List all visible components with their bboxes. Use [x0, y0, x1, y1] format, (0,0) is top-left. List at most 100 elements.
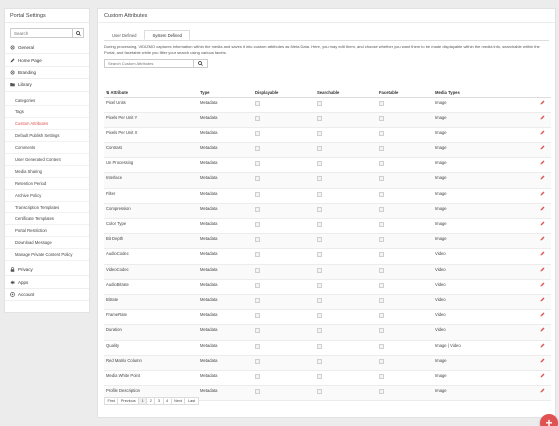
searchable-checkbox[interactable]	[317, 146, 322, 152]
displayable-checkbox[interactable]	[255, 252, 260, 258]
page-button-last[interactable]: Last	[184, 397, 199, 405]
searchable-checkbox[interactable]	[317, 100, 322, 106]
searchable-checkbox[interactable]	[317, 237, 322, 243]
displayable-checkbox[interactable]	[255, 206, 260, 212]
sidebar-search-button[interactable]	[72, 29, 83, 37]
sidebar-item-library[interactable]: Library	[5, 79, 89, 92]
displayable-checkbox[interactable]	[255, 358, 260, 364]
facetable-checkbox[interactable]	[379, 343, 384, 349]
edit-pencil-icon[interactable]	[540, 191, 545, 196]
searchable-checkbox[interactable]	[317, 176, 322, 182]
sidebar-item-apps[interactable]: Apps	[5, 276, 89, 289]
searchable-checkbox[interactable]	[317, 328, 322, 334]
sidebar-search-input[interactable]	[11, 29, 77, 37]
facetable-checkbox[interactable]	[379, 282, 384, 288]
edit-pencil-icon[interactable]	[540, 388, 545, 393]
sidebar-item-branding[interactable]: Branding	[5, 67, 89, 80]
edit-pencil-icon[interactable]	[540, 160, 545, 165]
edit-pencil-icon[interactable]	[540, 236, 545, 241]
edit-pencil-icon[interactable]	[540, 206, 545, 211]
sidebar-subitem-custom-attributes[interactable]: Custom Attributes	[5, 118, 89, 131]
displayable-checkbox[interactable]	[255, 343, 260, 349]
facetable-checkbox[interactable]	[379, 176, 384, 182]
facetable-checkbox[interactable]	[379, 389, 384, 395]
facetable-checkbox[interactable]	[379, 130, 384, 136]
page-button-previous[interactable]: Previous	[117, 397, 140, 405]
edit-pencil-icon[interactable]	[540, 221, 545, 226]
searchable-checkbox[interactable]	[317, 252, 322, 258]
searchable-checkbox[interactable]	[317, 130, 322, 136]
searchable-checkbox[interactable]	[317, 222, 322, 227]
facetable-checkbox[interactable]	[379, 267, 384, 273]
searchable-checkbox[interactable]	[317, 115, 322, 121]
searchable-checkbox[interactable]	[317, 191, 322, 197]
facetable-checkbox[interactable]	[379, 191, 384, 197]
facetable-checkbox[interactable]	[379, 237, 384, 243]
searchable-checkbox[interactable]	[317, 282, 322, 288]
sidebar-subitem-archive-policy[interactable]: Archive Policy	[5, 190, 89, 202]
facetable-checkbox[interactable]	[379, 161, 384, 167]
sidebar-subitem-retention-period[interactable]: Retention Period	[5, 178, 89, 190]
sidebar-subitem-tags[interactable]: Tags	[5, 106, 89, 119]
tab-system-defined[interactable]: System Defined	[144, 30, 191, 40]
searchable-checkbox[interactable]	[317, 313, 322, 319]
sidebar-subitem-user-generated-content[interactable]: User Generated Content	[5, 154, 89, 166]
edit-pencil-icon[interactable]	[540, 358, 545, 363]
displayable-checkbox[interactable]	[255, 161, 260, 167]
searchable-checkbox[interactable]	[317, 358, 322, 364]
edit-pencil-icon[interactable]	[540, 115, 545, 120]
sidebar-subitem-comments[interactable]: Comments	[5, 142, 89, 155]
edit-pencil-icon[interactable]	[540, 312, 545, 317]
edit-pencil-icon[interactable]	[540, 100, 545, 105]
facetable-checkbox[interactable]	[379, 358, 384, 364]
displayable-checkbox[interactable]	[255, 222, 260, 227]
sidebar-subitem-categories[interactable]: Categories	[5, 95, 89, 107]
displayable-checkbox[interactable]	[255, 267, 260, 273]
sidebar-subitem-certificate-templates[interactable]: Certificate Templates	[5, 213, 89, 226]
searchable-checkbox[interactable]	[317, 389, 322, 395]
sidebar-subitem-default-publish-settings[interactable]: Default Publish Settings	[5, 130, 89, 143]
sidebar-item-account[interactable]: Account	[5, 289, 89, 302]
searchable-checkbox[interactable]	[317, 206, 322, 212]
edit-pencil-icon[interactable]	[540, 282, 545, 287]
searchable-checkbox[interactable]	[317, 297, 322, 303]
sidebar-subitem-manage-private-content-policy[interactable]: Manage Private Content Policy	[5, 249, 89, 262]
facetable-checkbox[interactable]	[379, 206, 384, 212]
tab-user-defined[interactable]: User Defined	[104, 30, 144, 40]
edit-pencil-icon[interactable]	[540, 297, 545, 302]
facetable-checkbox[interactable]	[379, 313, 384, 319]
sidebar-subitem-transcription-templates[interactable]: Transcription Templates	[5, 202, 89, 214]
displayable-checkbox[interactable]	[255, 313, 260, 319]
sidebar-subitem-portal-restriction[interactable]: Portal Restriction	[5, 225, 89, 238]
page-button-first[interactable]: First	[104, 397, 119, 405]
sidebar-item-home-page[interactable]: Home Page	[5, 54, 89, 67]
displayable-checkbox[interactable]	[255, 373, 260, 379]
edit-pencil-icon[interactable]	[540, 343, 545, 348]
facetable-checkbox[interactable]	[379, 146, 384, 152]
edit-pencil-icon[interactable]	[540, 130, 545, 135]
searchable-checkbox[interactable]	[317, 343, 322, 349]
sidebar-subitem-media-sharing[interactable]: Media Sharing	[5, 166, 89, 178]
facetable-checkbox[interactable]	[379, 100, 384, 106]
displayable-checkbox[interactable]	[255, 100, 260, 106]
page-button-next[interactable]: Next	[170, 397, 186, 405]
displayable-checkbox[interactable]	[255, 115, 260, 121]
edit-pencil-icon[interactable]	[540, 373, 545, 378]
edit-pencil-icon[interactable]	[540, 327, 545, 332]
displayable-checkbox[interactable]	[255, 389, 260, 395]
searchable-checkbox[interactable]	[317, 161, 322, 167]
facetable-checkbox[interactable]	[379, 252, 384, 258]
attribute-search-input[interactable]	[104, 59, 194, 68]
displayable-checkbox[interactable]	[255, 146, 260, 152]
displayable-checkbox[interactable]	[255, 237, 260, 243]
add-attribute-button[interactable]: +	[540, 414, 558, 426]
facetable-checkbox[interactable]	[379, 373, 384, 379]
edit-pencil-icon[interactable]	[540, 251, 545, 256]
displayable-checkbox[interactable]	[255, 176, 260, 182]
sidebar-subitem-download-message[interactable]: Download Message	[5, 237, 89, 250]
edit-pencil-icon[interactable]	[540, 267, 545, 272]
displayable-checkbox[interactable]	[255, 328, 260, 334]
facetable-checkbox[interactable]	[379, 115, 384, 121]
edit-pencil-icon[interactable]	[540, 175, 545, 180]
searchable-checkbox[interactable]	[317, 267, 322, 273]
